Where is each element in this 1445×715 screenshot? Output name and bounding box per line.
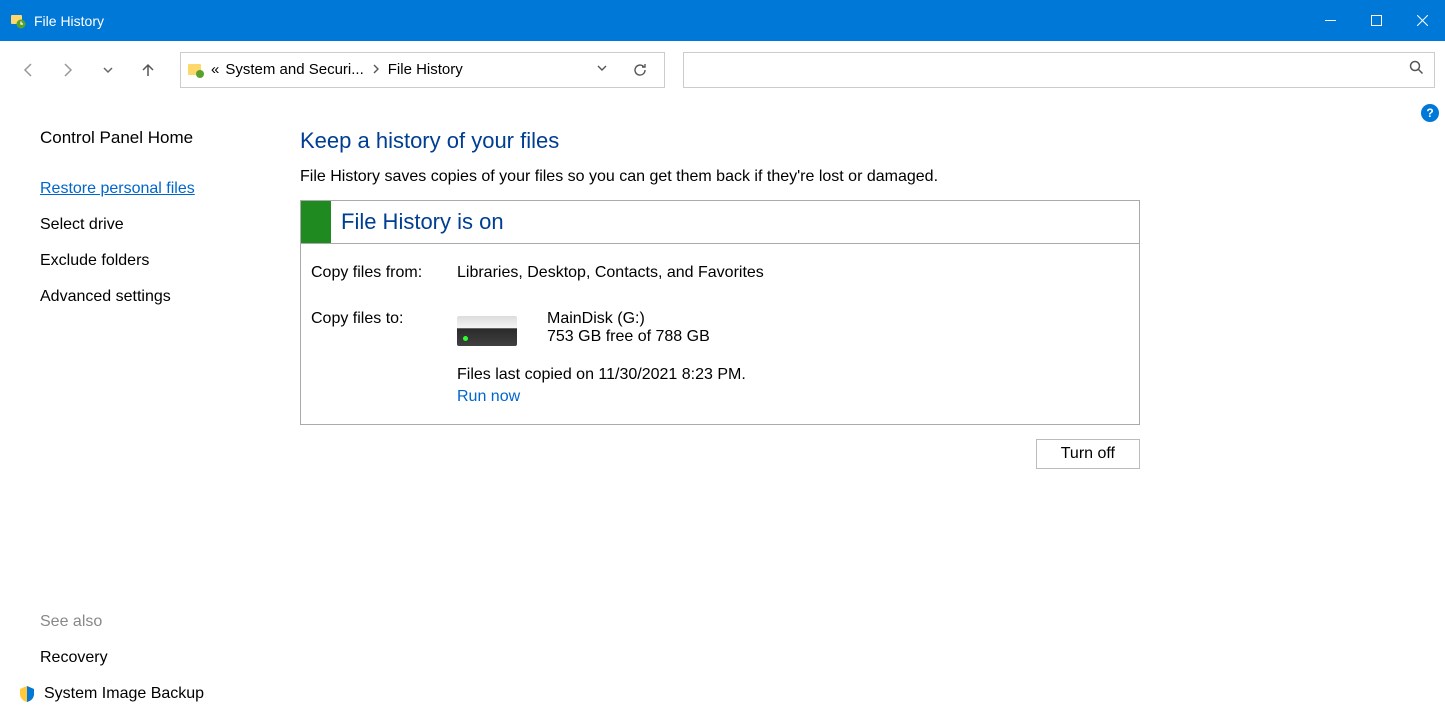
up-button[interactable] [130,52,166,88]
control-panel-home-link[interactable]: Control Panel Home [40,128,193,148]
restore-personal-files-link[interactable]: Restore personal files [40,180,195,198]
window-title: File History [34,13,1307,29]
status-indicator-icon [301,201,331,243]
main-panel: Keep a history of your files File Histor… [300,98,1445,715]
copy-from-label: Copy files from: [311,264,457,282]
see-also-heading: See also [40,613,300,631]
drive-icon [457,316,517,346]
forward-button[interactable] [50,52,86,88]
address-dropdown-icon[interactable] [588,62,616,77]
close-button[interactable] [1399,0,1445,41]
advanced-settings-link[interactable]: Advanced settings [40,288,171,306]
recovery-link[interactable]: Recovery [40,649,108,667]
page-title: Keep a history of your files [300,128,1415,154]
address-bar[interactable]: « System and Securi... File History [180,52,665,88]
system-image-backup-label: System Image Backup [44,685,204,703]
recent-locations-dropdown[interactable] [90,52,126,88]
run-now-link[interactable]: Run now [457,388,520,406]
file-history-app-icon [10,13,26,29]
status-header-text: File History is on [331,209,504,235]
search-icon [1408,59,1424,80]
system-image-backup-link[interactable]: System Image Backup [18,685,300,703]
content-area: ? Control Panel Home Restore personal fi… [0,98,1445,715]
last-copied-text: Files last copied on 11/30/2021 8:23 PM. [457,366,1129,384]
status-panel: File History is on Copy files from: Libr… [300,200,1140,425]
breadcrumb-prefix: « [211,61,219,78]
shield-icon [18,685,36,703]
maximize-button[interactable] [1353,0,1399,41]
breadcrumb-current[interactable]: File History [388,61,463,78]
exclude-folders-link[interactable]: Exclude folders [40,252,149,270]
minimize-button[interactable] [1307,0,1353,41]
page-description: File History saves copies of your files … [300,168,1415,186]
drive-name: MainDisk (G:) [547,310,710,328]
back-button[interactable] [10,52,46,88]
sidebar: Control Panel Home Restore personal file… [0,98,300,715]
status-header: File History is on [301,201,1139,244]
search-box[interactable] [683,52,1435,88]
refresh-button[interactable] [622,52,658,88]
turn-off-button[interactable]: Turn off [1036,439,1140,469]
breadcrumb-parent[interactable]: System and Securi... [225,61,363,78]
copy-to-label: Copy files to: [311,310,457,346]
drive-space: 753 GB free of 788 GB [547,328,710,346]
folder-icon [187,61,205,79]
toolbar: « System and Securi... File History [0,41,1445,98]
select-drive-link[interactable]: Select drive [40,216,124,234]
chevron-right-icon [372,63,380,77]
title-bar: File History [0,0,1445,41]
copy-from-value: Libraries, Desktop, Contacts, and Favori… [457,264,764,282]
